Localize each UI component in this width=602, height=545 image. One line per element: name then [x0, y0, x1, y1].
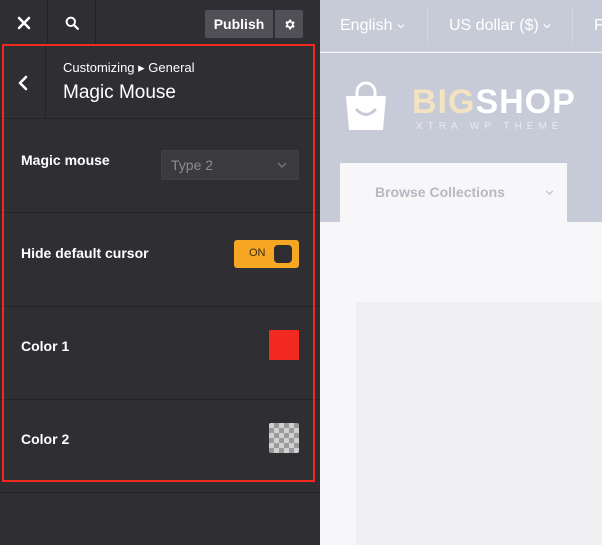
currency-label: US dollar ($): [449, 17, 539, 34]
breadcrumb: Customizing ▸ General: [63, 60, 195, 75]
toggle-state-text: ON: [249, 247, 266, 259]
language-label: English: [340, 17, 393, 34]
section-title: Magic Mouse: [63, 82, 176, 103]
content-placeholder: [356, 302, 602, 545]
color-1-label: Color 1: [21, 338, 70, 354]
topbar-divider: [572, 10, 573, 42]
customizer-panel: Publish Customizing ▸ General Magic Mous…: [0, 0, 320, 545]
back-button[interactable]: [0, 46, 46, 119]
chevron-left-icon: [18, 75, 27, 90]
gear-icon: [284, 19, 295, 29]
color-2-label: Color 2: [21, 431, 70, 447]
setting-row-hide-cursor: Hide default cursor ON: [0, 214, 320, 307]
color-1-swatch[interactable]: [269, 330, 299, 360]
magic-mouse-label: Magic mouse: [21, 152, 110, 168]
chevron-down-icon: [545, 190, 554, 196]
preview-nav: Browse Collections: [320, 163, 602, 222]
chevron-down-icon: [277, 162, 287, 169]
logo-shop-text: SHOP: [475, 83, 576, 121]
color-2-swatch[interactable]: [269, 423, 299, 453]
setting-row-color-2: Color 2: [0, 400, 320, 493]
browse-collections-tab[interactable]: Browse Collections: [340, 163, 567, 222]
currency-switcher[interactable]: US dollar ($): [449, 17, 551, 35]
close-icon: [17, 16, 30, 30]
section-header: Customizing ▸ General Magic Mouse: [0, 46, 320, 119]
settings-button[interactable]: [275, 10, 303, 38]
setting-row-color-1: Color 1: [0, 307, 320, 400]
shopping-bag-icon: [346, 81, 386, 130]
preview-topbar: English US dollar ($) F: [320, 0, 602, 52]
logo-big-text: BIG: [412, 83, 476, 121]
chevron-down-icon: [397, 24, 405, 29]
publish-button[interactable]: Publish: [205, 10, 273, 38]
chevron-down-icon: [543, 24, 551, 29]
language-switcher[interactable]: English: [340, 17, 405, 35]
close-button[interactable]: [0, 0, 48, 46]
magic-mouse-select-value: Type 2: [171, 157, 214, 173]
logo-tagline: XTRA WP THEME: [416, 121, 564, 132]
setting-row-magic-mouse: Magic mouse Type 2: [0, 120, 320, 213]
toggle-knob: [274, 245, 292, 263]
topbar-link-cut[interactable]: F: [594, 17, 602, 35]
search-button[interactable]: [48, 0, 96, 46]
topbar-divider: [427, 10, 428, 42]
hide-cursor-label: Hide default cursor: [21, 245, 149, 261]
site-preview: English US dollar ($) F BIGSHOP XTRA WP …: [320, 0, 602, 545]
hide-cursor-toggle[interactable]: ON: [234, 240, 299, 268]
magic-mouse-select[interactable]: Type 2: [161, 150, 299, 180]
customizer-topbar: Publish: [0, 0, 320, 46]
site-logo[interactable]: BIGSHOP: [412, 83, 576, 122]
search-icon: [65, 16, 79, 30]
preview-header: BIGSHOP XTRA WP THEME: [320, 53, 602, 163]
browse-collections-label: Browse Collections: [375, 184, 505, 200]
